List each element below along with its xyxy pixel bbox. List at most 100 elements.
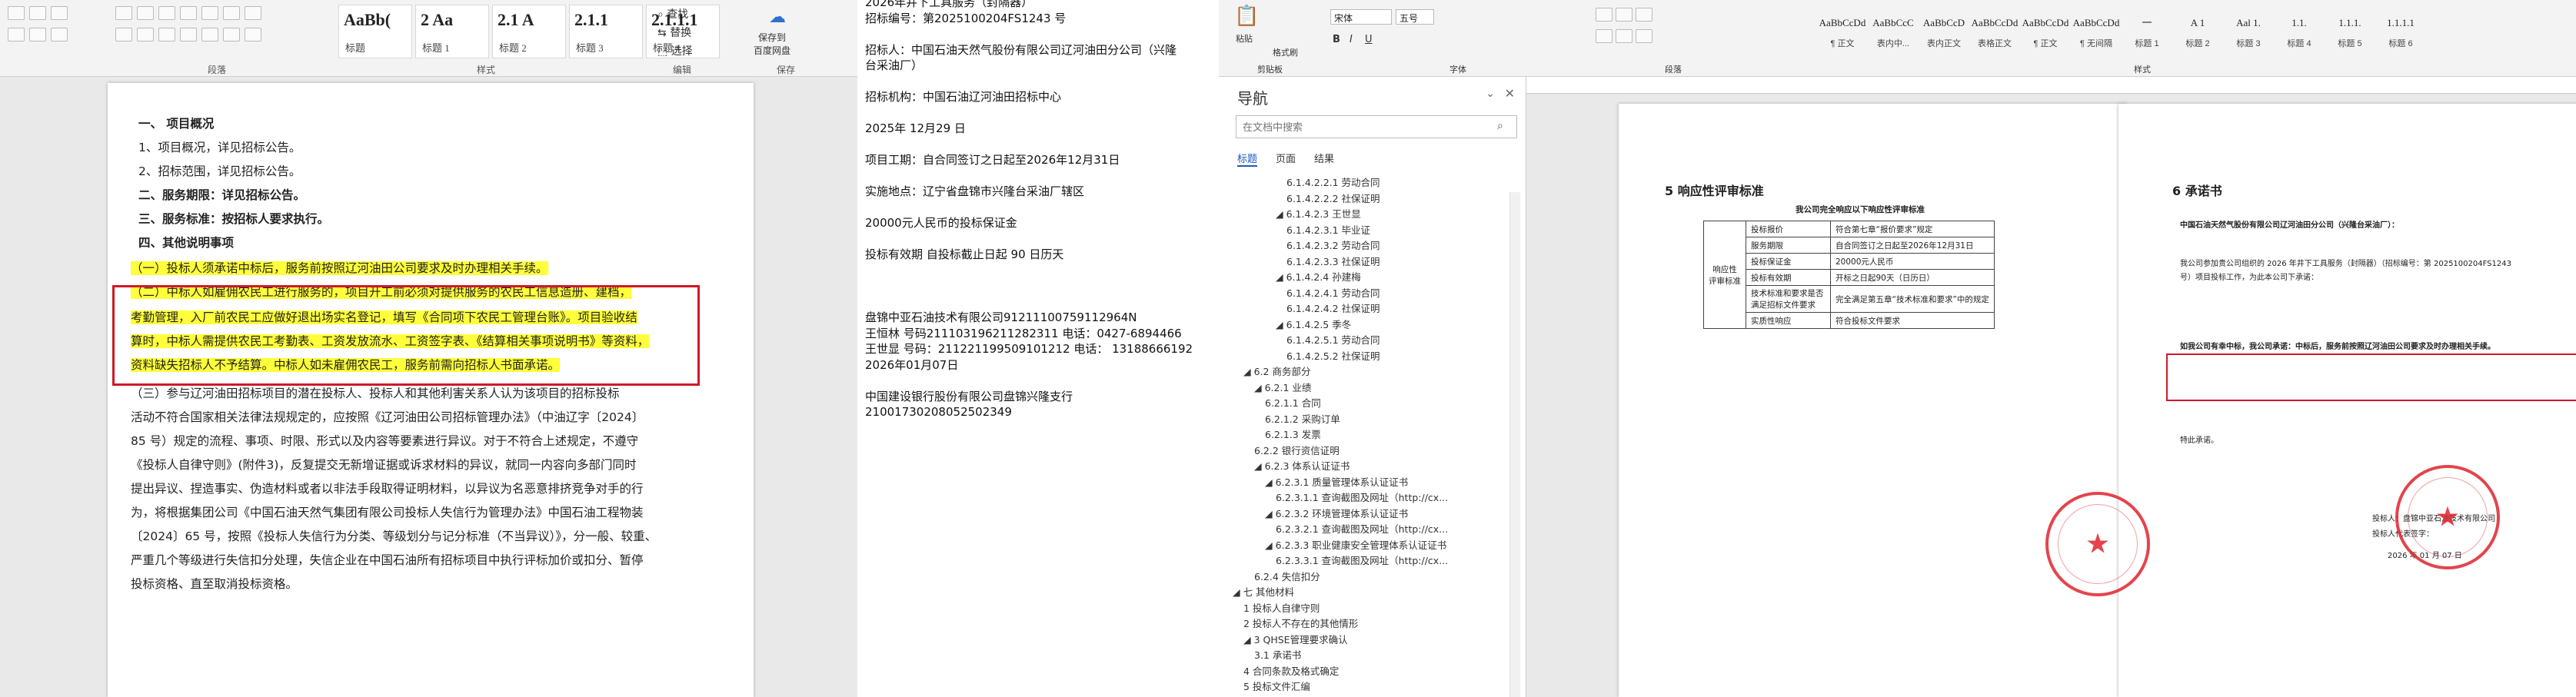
style-1[interactable]: AaBb(标题 (338, 5, 412, 58)
find-button[interactable]: ⌕ 查找 (657, 6, 688, 22)
nav-tree-item[interactable]: 6.1.4.2.4.2 社保证明 (1286, 301, 1380, 317)
bullets-icon[interactable] (115, 6, 132, 20)
nav-tab-1[interactable]: 标题 (1237, 151, 1258, 167)
line-spacing-icon[interactable] (201, 28, 218, 41)
bullets-icon[interactable] (1596, 8, 1612, 22)
format-painter-button[interactable]: 格式刷 (1273, 46, 1298, 58)
multilevel-list-icon[interactable] (158, 6, 175, 20)
nav-tree-item[interactable]: 6.2.4 失信扣分 (1254, 569, 1320, 585)
nav-tree-item[interactable]: ◢ 6.2.1 业绩 (1254, 380, 1311, 396)
style-4[interactable]: AaBbCcDd 表格正文 (1971, 9, 2019, 58)
nav-tree-item[interactable]: ◢ 6.1.4.2.3 王世显 (1276, 207, 1361, 222)
align-right-icon[interactable] (158, 28, 175, 41)
nav-tree-item[interactable]: 6.1.4.2.5.1 劳动合同 (1286, 333, 1380, 348)
increase-indent-icon[interactable] (201, 6, 218, 20)
nav-tree-item[interactable]: ◢ 6.2.3.3 职业健康安全管理体系认证证书 (1265, 538, 1446, 553)
clear-format-icon[interactable] (29, 6, 46, 20)
style-9[interactable]: Aal 1. 标题 3 (2225, 9, 2272, 58)
nav-tree-item[interactable]: ◢ 七 其他材料 (1233, 585, 1294, 600)
align-right-icon[interactable] (1636, 29, 1652, 43)
style-11[interactable]: 1.1.1. 标题 5 (2326, 9, 2374, 58)
align-center-icon[interactable] (137, 28, 154, 41)
nav-scrollbar[interactable] (1509, 192, 1520, 697)
align-left-icon[interactable] (115, 28, 132, 41)
style-7[interactable]: 一标题 1 (2123, 9, 2171, 58)
sort-icon[interactable] (223, 6, 240, 20)
nav-tree-item[interactable]: 6.2.3.3.1 查询截图及网址（http://cx... (1276, 553, 1448, 569)
style-10[interactable]: 1.1. 标题 4 (2275, 9, 2323, 58)
nav-tree-item[interactable]: 6.1.4.2.3.1 毕业证 (1286, 223, 1370, 238)
replace-button[interactable]: ⇆ 替换 (657, 25, 691, 40)
nav-tree-item[interactable]: ◢ 6.2 商务部分 (1243, 364, 1310, 380)
nav-tree-item[interactable]: ◢ 6.2.3.1 质量管理体系认证证书 (1265, 475, 1408, 490)
document-page[interactable]: 一、 项目概况 1、项目概况，详见招标公告。 2、招标范围，详见招标公告。 二、服务期… (108, 83, 754, 697)
italic-button[interactable]: I (1350, 34, 1353, 45)
select-button[interactable]: ⬚ 选择 (657, 43, 693, 58)
nav-tree-item[interactable]: 6.1.4.2.2.2 社保证明 (1286, 191, 1380, 207)
highlight-icon[interactable] (8, 28, 25, 41)
style-3[interactable]: AaBbCcD 表内正文 (1920, 9, 1968, 58)
char-shading-icon[interactable] (51, 28, 68, 41)
paste-label[interactable]: 粘贴 (1236, 32, 1253, 45)
horizontal-ruler[interactable] (1526, 77, 2576, 94)
nav-tab-2[interactable]: 页面 (1276, 151, 1296, 165)
save-to-baidu-button[interactable]: 保存到 百度网盘 (754, 31, 790, 57)
nav-tree-item[interactable]: 3.1 承诺书 (1254, 648, 1301, 663)
nav-tree-item[interactable]: 2 投标人不存在的其他情形 (1243, 616, 1358, 632)
nav-tree-item[interactable]: ◢ 6.2.3 体系认证证书 (1254, 459, 1350, 474)
nav-tree-item[interactable]: ◢ 6.2.3.2 环境管理体系认证证书 (1265, 506, 1408, 522)
style-3[interactable]: 2.1 A 标题 2 (492, 5, 566, 58)
text-effect-icon[interactable] (29, 28, 46, 41)
nav-tree-item[interactable]: 6.1.4.2.3.2 劳动合同 (1286, 238, 1380, 254)
nav-tree-item[interactable]: ◢ 6.1.4.2.5 季冬 (1276, 317, 1351, 333)
bold-icon[interactable] (8, 6, 25, 20)
cloud-save-icon[interactable]: ☁ (769, 8, 786, 27)
nav-tree-item[interactable]: 6.2.3.2.1 查询截图及网址（http://cx... (1276, 522, 1448, 537)
align-left-icon[interactable] (1596, 29, 1612, 43)
show-marks-icon[interactable] (245, 6, 261, 20)
nav-tree-item[interactable]: 6.1.4.2.5.2 社保证明 (1286, 349, 1380, 364)
font-size-select[interactable]: 五号 (1396, 9, 1434, 25)
nav-tree-item[interactable]: 6.2.1.2 采购订单 (1265, 412, 1340, 427)
decrease-indent-icon[interactable] (180, 6, 197, 20)
style-12[interactable]: 1.1.1.1 标题 6 (2377, 9, 2425, 58)
chevron-down-icon[interactable]: ⌄ (1486, 88, 1495, 100)
paste-icon[interactable]: 📋 (1234, 5, 1259, 28)
nav-tree-item[interactable]: 6.2.3.1.1 查询截图及网址（http://cx... (1276, 490, 1448, 506)
nav-tree-item[interactable]: 6.2.1.1 合同 (1265, 396, 1321, 411)
page-response-standards[interactable]: 5 响应性评审标准 我公司完全响应以下响应性评审标准 响应性 评审标准 投标报价符… (1619, 104, 2126, 697)
underline-button[interactable]: U (1365, 34, 1373, 45)
nav-tree-item[interactable]: ◢ 3 QHSE管理要求确认 (1243, 632, 1348, 648)
numbering-icon[interactable] (1616, 8, 1632, 22)
style-5[interactable]: AaBbCcDd ¶ 正文 (2022, 9, 2069, 58)
borders-icon[interactable] (245, 28, 261, 41)
nav-tree-item[interactable]: 6.1.4.2.3.3 社保证明 (1286, 254, 1380, 270)
justify-icon[interactable] (180, 28, 197, 41)
multilevel-list-icon[interactable] (1636, 8, 1652, 22)
nav-tab-3[interactable]: 结果 (1314, 151, 1334, 165)
nav-tree-item[interactable]: 6.1.4.2.2.1 劳动合同 (1286, 175, 1380, 191)
style-6[interactable]: AaBbCcDd ¶ 无间隔 (2072, 9, 2120, 58)
page-commitment-letter[interactable]: 6 承诺书 中国石油天然气股份有限公司辽河油田分公司（兴隆台采油厂）： 我公司参… (2118, 104, 2576, 697)
font-color-icon[interactable] (51, 6, 68, 20)
shading-icon[interactable] (223, 28, 240, 41)
style-4[interactable]: 2.1.1 标题 3 (569, 5, 643, 58)
align-center-icon[interactable] (1616, 29, 1632, 43)
nav-tree-item[interactable]: 4 合同条款及格式确定 (1243, 664, 1339, 679)
nav-search-input[interactable] (1236, 115, 1517, 138)
nav-tree-item[interactable]: 6.1.4.2.4.1 劳动合同 (1286, 286, 1380, 301)
font-name-select[interactable]: 宋体 (1330, 9, 1392, 25)
search-icon[interactable]: ⌕ (1497, 120, 1503, 132)
style-8[interactable]: A 1 标题 2 (2174, 9, 2222, 58)
nav-tree-item[interactable]: 6.2.1.3 发票 (1265, 427, 1321, 443)
bold-button[interactable]: B (1333, 34, 1340, 45)
nav-tree-item[interactable]: 1 投标人自律守则 (1243, 601, 1320, 616)
style-1[interactable]: AaBbCcDd ¶ 正文 (1819, 9, 1866, 58)
nav-tree-item[interactable]: 5 投标文件汇编 (1243, 679, 1310, 695)
numbering-icon[interactable] (137, 6, 154, 20)
nav-tree-item[interactable]: 6.2.2 银行资信证明 (1254, 443, 1340, 459)
style-2[interactable]: AaBbCcC 表内中... (1869, 9, 1917, 58)
close-icon[interactable]: ✕ (1505, 86, 1515, 101)
nav-tree-item[interactable]: ◢ 6.1.4.2.4 孙建梅 (1276, 270, 1361, 285)
style-2[interactable]: 2 Aa 标题 1 (415, 5, 489, 58)
